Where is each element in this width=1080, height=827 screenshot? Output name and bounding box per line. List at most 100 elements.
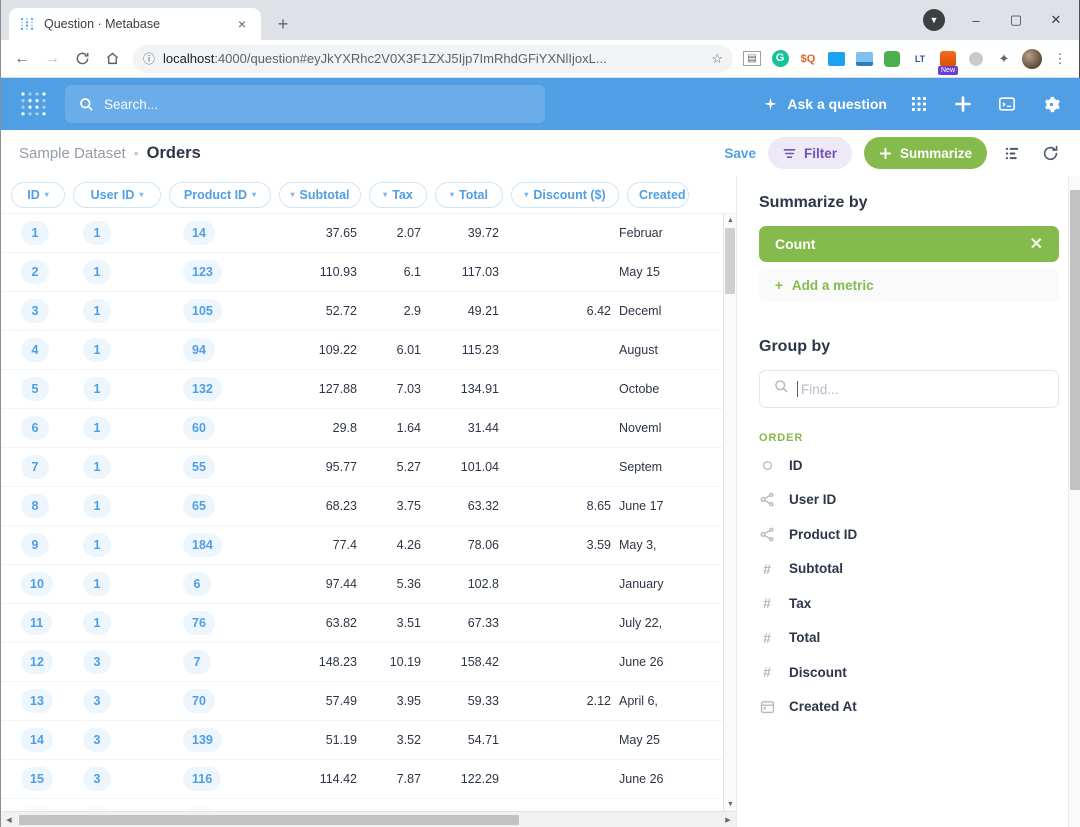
- forward-icon[interactable]: →: [37, 44, 67, 74]
- cell-created-at[interactable]: May 3,: [611, 538, 681, 552]
- group-by-search-input[interactable]: Find...: [759, 370, 1059, 408]
- cell-total[interactable]: 102.8: [421, 577, 499, 591]
- whatsapp-icon[interactable]: [879, 46, 905, 72]
- cell-tax[interactable]: 5.27: [357, 460, 421, 474]
- column-header-product-id[interactable]: Product ID ▾: [169, 181, 271, 208]
- group-by-field-created-at[interactable]: Created At: [759, 690, 1059, 725]
- column-header-subtotal[interactable]: ▾ Subtotal: [279, 181, 361, 208]
- group-by-field-subtotal[interactable]: # Subtotal: [759, 552, 1059, 587]
- cell-total[interactable]: 101.04: [421, 460, 499, 474]
- save-button[interactable]: Save: [724, 146, 756, 161]
- cell-product-id[interactable]: 123: [163, 260, 267, 284]
- cell-subtotal[interactable]: 109.22: [267, 343, 357, 357]
- cell-total[interactable]: 134.91: [421, 382, 499, 396]
- cell-tax[interactable]: 1.64: [357, 421, 421, 435]
- reference-icon[interactable]: [995, 92, 1019, 116]
- cell-total[interactable]: 31.44: [421, 421, 499, 435]
- cell-product-id[interactable]: 14: [163, 221, 267, 245]
- cell-subtotal[interactable]: 127.88: [267, 382, 357, 396]
- cell-tax[interactable]: 6.01: [357, 343, 421, 357]
- cell-created-at[interactable]: May 15: [611, 265, 681, 279]
- site-info-icon[interactable]: ⓘ: [143, 50, 155, 67]
- browse-data-icon[interactable]: [907, 92, 931, 116]
- cell-id[interactable]: 5: [11, 377, 67, 401]
- cell-created-at[interactable]: Septem: [611, 460, 681, 474]
- horizontal-scroll-thumb[interactable]: [19, 815, 519, 825]
- window-close-button[interactable]: ✕: [1037, 6, 1075, 34]
- cell-created-at[interactable]: April 6,: [611, 694, 681, 708]
- cell-created-at[interactable]: June 17: [611, 499, 681, 513]
- cell-id[interactable]: 9: [11, 533, 67, 557]
- group-by-field-user-id[interactable]: User ID: [759, 483, 1059, 518]
- cell-total[interactable]: 49.21: [421, 304, 499, 318]
- cell-total[interactable]: 122.29: [421, 772, 499, 786]
- group-by-field-total[interactable]: # Total: [759, 621, 1059, 656]
- cell-total[interactable]: 117.03: [421, 265, 499, 279]
- notebook-icon[interactable]: [999, 140, 1025, 166]
- cell-subtotal[interactable]: 63.82: [267, 616, 357, 630]
- cell-id[interactable]: 10: [11, 572, 67, 596]
- cell-user-id[interactable]: 1: [67, 338, 163, 362]
- cell-product-id[interactable]: 184: [163, 533, 267, 557]
- table-row[interactable]: 7 1 55 95.77 5.27 101.04 Septem: [1, 448, 736, 487]
- cell-product-id[interactable]: 6: [163, 572, 267, 596]
- cell-created-at[interactable]: Octobe: [611, 382, 681, 396]
- cell-product-id[interactable]: 7: [163, 650, 267, 674]
- cell-id[interactable]: 2: [11, 260, 67, 284]
- cell-subtotal[interactable]: 51.19: [267, 733, 357, 747]
- cell-created-at[interactable]: August: [611, 343, 681, 357]
- cell-product-id[interactable]: 94: [163, 338, 267, 362]
- table-row[interactable]: 13 3 70 57.49 3.95 59.33 2.12 April 6,: [1, 682, 736, 721]
- profile-chip-icon[interactable]: ▼: [923, 9, 945, 31]
- cell-product-id[interactable]: 76: [163, 611, 267, 635]
- cell-subtotal[interactable]: 95.77: [267, 460, 357, 474]
- cell-tax[interactable]: 3.95: [357, 694, 421, 708]
- table-row[interactable]: 15 3 116 114.42 7.87 122.29 June 26: [1, 760, 736, 799]
- cell-subtotal[interactable]: 37.65: [267, 226, 357, 240]
- metric-count-chip[interactable]: Count ✕: [759, 226, 1059, 262]
- cell-id[interactable]: 4: [11, 338, 67, 362]
- cell-tax[interactable]: 7.87: [357, 772, 421, 786]
- chrome-menu-icon[interactable]: ⋮: [1047, 46, 1073, 72]
- cell-tax[interactable]: 5.36: [357, 577, 421, 591]
- cell-tax[interactable]: 3.52: [357, 733, 421, 747]
- sidebar-scroll-thumb[interactable]: [1070, 190, 1080, 490]
- cell-tax[interactable]: 6.1: [357, 265, 421, 279]
- globe-icon[interactable]: [963, 46, 989, 72]
- cell-created-at[interactable]: Noveml: [611, 421, 681, 435]
- cell-discount[interactable]: 2.12: [499, 694, 611, 708]
- table-row[interactable]: 8 1 65 68.23 3.75 63.32 8.65 June 17: [1, 487, 736, 526]
- cell-total[interactable]: 63.32: [421, 499, 499, 513]
- profile-avatar[interactable]: [1019, 46, 1045, 72]
- cell-id[interactable]: 13: [11, 689, 67, 713]
- cell-total[interactable]: 115.23: [421, 343, 499, 357]
- cell-id[interactable]: 6: [11, 416, 67, 440]
- cell-tax[interactable]: 3.75: [357, 499, 421, 513]
- cell-discount[interactable]: 8.65: [499, 499, 611, 513]
- puzzle-icon[interactable]: ✦: [991, 46, 1017, 72]
- cell-total[interactable]: 158.42: [421, 655, 499, 669]
- cell-id[interactable]: 1: [11, 221, 67, 245]
- cell-product-id[interactable]: 60: [163, 416, 267, 440]
- cell-product-id[interactable]: 139: [163, 728, 267, 752]
- cell-created-at[interactable]: June 26: [611, 772, 681, 786]
- cell-tax[interactable]: 10.19: [357, 655, 421, 669]
- cell-user-id[interactable]: 1: [67, 611, 163, 635]
- metabase-logo-icon[interactable]: [19, 90, 47, 118]
- table-row[interactable]: 14 3 139 51.19 3.52 54.71 May 25: [1, 721, 736, 760]
- table-vertical-scrollbar[interactable]: ▲ ▼: [723, 214, 736, 811]
- cell-user-id[interactable]: 1: [67, 455, 163, 479]
- cell-total[interactable]: 78.06: [421, 538, 499, 552]
- cell-discount[interactable]: 6.42: [499, 304, 611, 318]
- cell-subtotal[interactable]: 114.42: [267, 772, 357, 786]
- group-by-field-product-id[interactable]: Product ID: [759, 517, 1059, 552]
- table-row[interactable]: 11 1 76 63.82 3.51 67.33 July 22,: [1, 604, 736, 643]
- table-row[interactable]: 10 1 6 97.44 5.36 102.8 January: [1, 565, 736, 604]
- summarize-button[interactable]: Summarize: [863, 137, 987, 169]
- screenshot-icon[interactable]: [851, 46, 877, 72]
- cell-user-id[interactable]: 3: [67, 728, 163, 752]
- refresh-icon[interactable]: [1037, 140, 1063, 166]
- window-minimize-button[interactable]: –: [957, 6, 995, 34]
- cell-subtotal[interactable]: 29.8: [267, 421, 357, 435]
- cell-tax[interactable]: 2.9: [357, 304, 421, 318]
